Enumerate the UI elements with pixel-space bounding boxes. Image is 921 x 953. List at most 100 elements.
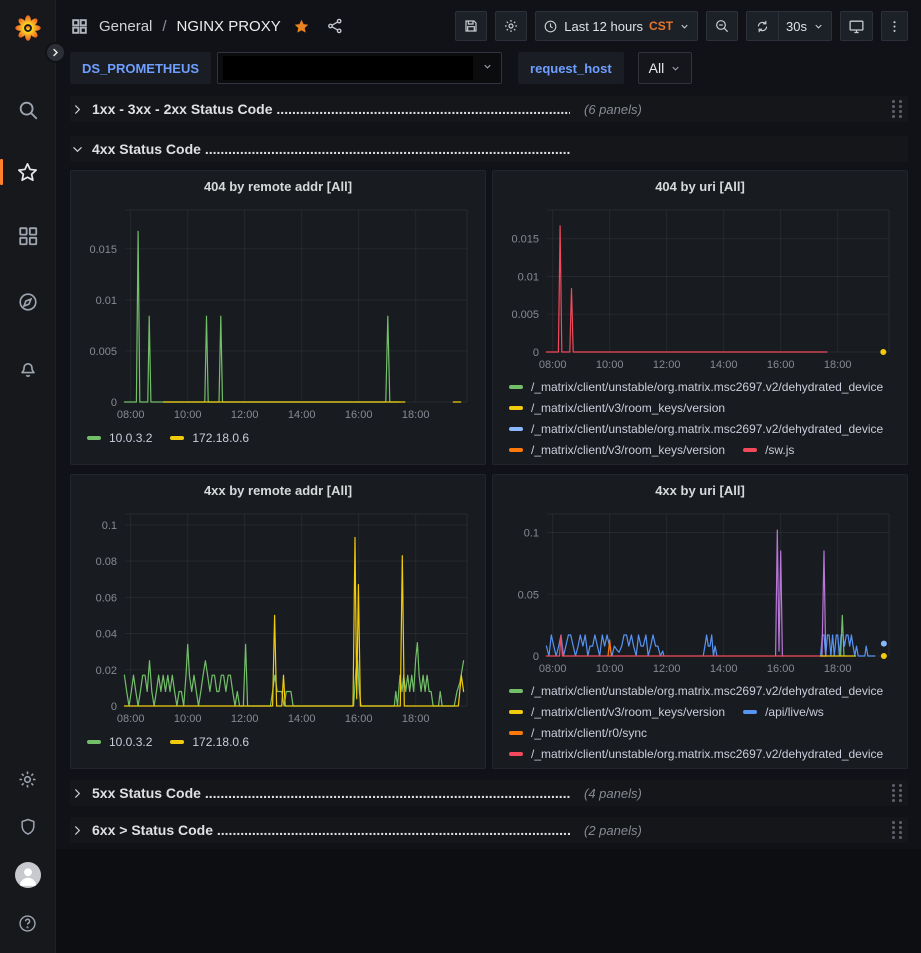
compass-icon [17, 291, 39, 313]
row-title: 5xx Status Code ........................… [92, 785, 570, 801]
svg-text:08:00: 08:00 [539, 359, 567, 371]
legend-item[interactable]: /_matrix/client/v3/room_keys/version [509, 439, 725, 458]
server-admin-shield-icon[interactable] [8, 807, 48, 847]
svg-text:0.06: 0.06 [96, 592, 117, 604]
star-dashboard-icon[interactable] [293, 18, 310, 35]
sidebar-item-starred[interactable] [8, 152, 48, 192]
time-series-plot[interactable]: 00.0050.010.01508:0010:0012:0014:0016:00… [501, 200, 901, 376]
chevron-down-icon [482, 61, 493, 72]
row-drag-handle[interactable] [892, 784, 904, 802]
panel-title[interactable]: 404 by uri [All] [501, 176, 899, 200]
svg-text:16:00: 16:00 [345, 713, 373, 725]
star-icon [16, 161, 39, 184]
request-host-value: All [649, 60, 665, 76]
user-avatar[interactable] [8, 855, 48, 895]
more-options-kebab[interactable] [881, 11, 908, 41]
datasource-dropdown[interactable] [217, 52, 502, 84]
legend-item[interactable]: 10.0.3.2 [87, 428, 152, 449]
legend-item[interactable]: /_matrix/client/unstable/org.matrix.msc2… [509, 680, 883, 701]
dashboard-settings-button[interactable] [495, 11, 527, 41]
configuration-gear-icon[interactable] [8, 759, 48, 799]
legend-swatch [509, 406, 523, 410]
legend-item[interactable]: /_matrix/client/v3/room_keys/version [509, 397, 725, 418]
zoom-out-button[interactable] [706, 11, 738, 41]
time-series-plot[interactable]: 00.050.108:0010:0012:0014:0016:0018:00 [501, 504, 901, 680]
svg-text:12:00: 12:00 [231, 713, 259, 725]
request-host-dropdown[interactable]: All [638, 52, 693, 84]
row-5xx[interactable]: 5xx Status Code ........................… [70, 780, 908, 806]
apps-grid-icon[interactable] [70, 17, 89, 36]
legend-item[interactable]: /api/live/ws [743, 701, 824, 722]
refresh-icon [755, 19, 770, 34]
help-icon[interactable] [8, 903, 48, 943]
row-1xx-2xx-3xx[interactable]: 1xx - 3xx - 2xx Status Code ............… [70, 96, 908, 122]
empty-area [56, 849, 921, 953]
panel-title[interactable]: 4xx by remote addr [All] [79, 480, 477, 504]
refresh-interval-label: 30s [786, 19, 807, 34]
chevron-right-icon [70, 825, 84, 836]
breadcrumb-separator: / [162, 18, 166, 35]
legend-label: /_matrix/client/unstable/org.matrix.msc2… [531, 380, 883, 394]
svg-text:0.05: 0.05 [518, 589, 539, 601]
legend-label: /_matrix/client/unstable/org.matrix.msc2… [531, 684, 883, 698]
svg-text:0.02: 0.02 [96, 665, 117, 677]
variables-bar: DS_PROMETHEUS request_host All [56, 52, 921, 88]
legend-item[interactable]: /sw.js [743, 439, 794, 458]
row-panel-count: (2 panels) [584, 823, 642, 838]
row-drag-handle[interactable] [892, 100, 904, 118]
breadcrumb-folder[interactable]: General [99, 18, 152, 35]
time-series-plot[interactable]: 00.0050.010.01508:0010:0012:0014:0016:00… [79, 200, 479, 426]
legend-item[interactable]: /_matrix/client/unstable/org.matrix.msc2… [509, 418, 883, 439]
legend-item[interactable]: /_matrix/client/v3/room_keys/version [509, 701, 725, 722]
row-4xx[interactable]: 4xx Status Code ........................… [70, 136, 908, 162]
row-panel-count: (6 panels) [584, 102, 642, 117]
series-line [124, 231, 399, 402]
legend-item[interactable]: /_matrix/client/r0/sync [509, 722, 647, 743]
refresh-button[interactable] [746, 11, 778, 41]
chevron-right-icon [70, 788, 84, 799]
panel-title[interactable]: 4xx by uri [All] [501, 480, 899, 504]
tv-mode-button[interactable] [840, 11, 873, 41]
row-drag-handle[interactable] [892, 821, 904, 839]
chevron-down-icon [679, 21, 690, 32]
sidebar-item-dashboards[interactable] [8, 216, 48, 256]
dashboard-title[interactable]: NGINX PROXY [177, 18, 281, 35]
svg-text:0.01: 0.01 [518, 271, 539, 283]
time-range-label: Last 12 hours [564, 19, 643, 34]
save-dashboard-button[interactable] [455, 11, 487, 41]
search-icon[interactable] [8, 90, 48, 130]
time-series-plot[interactable]: 00.020.040.060.080.108:0010:0012:0014:00… [79, 504, 479, 730]
legend-item[interactable]: 10.0.3.2 [87, 732, 152, 753]
series-line [546, 635, 664, 656]
share-dashboard-icon[interactable] [326, 17, 344, 35]
panel-title[interactable]: 404 by remote addr [All] [79, 176, 477, 200]
grafana-logo[interactable] [8, 8, 48, 48]
legend-item[interactable]: /_matrix/client/unstable/org.matrix.msc2… [509, 743, 883, 762]
refresh-interval-dropdown[interactable]: 30s [778, 11, 832, 41]
sidebar-item-explore[interactable] [8, 282, 48, 322]
time-range-picker[interactable]: Last 12 hours CST [535, 11, 698, 41]
kebab-icon [887, 19, 902, 34]
legend-item[interactable]: /_matrix/client/unstable/org.matrix.msc2… [509, 376, 883, 397]
legend-item[interactable]: 172.18.0.6 [170, 732, 249, 753]
dashboards-icon [17, 225, 39, 247]
expand-sidebar-button[interactable] [45, 42, 66, 63]
series-line [124, 643, 463, 706]
row-title: 1xx - 3xx - 2xx Status Code ............… [92, 101, 570, 117]
row-6xx[interactable]: 6xx > Status Code ......................… [70, 817, 908, 843]
svg-text:18:00: 18:00 [824, 663, 852, 675]
legend-swatch [509, 752, 523, 756]
svg-text:14:00: 14:00 [710, 663, 738, 675]
monitor-icon [848, 18, 865, 35]
sidebar-item-alerting[interactable] [8, 348, 48, 388]
legend-swatch [509, 731, 523, 735]
dashboard-canvas: 1xx - 3xx - 2xx Status Code ............… [56, 88, 921, 953]
zoom-out-icon [714, 18, 730, 34]
legend-label: /sw.js [765, 443, 794, 457]
grafana-logo-icon [13, 13, 43, 43]
svg-text:10:00: 10:00 [596, 663, 624, 675]
svg-text:12:00: 12:00 [653, 359, 681, 371]
legend: 10.0.3.2 172.18.0.6 [79, 426, 477, 450]
legend-item[interactable]: 172.18.0.6 [170, 428, 249, 449]
timezone-label: CST [649, 19, 673, 33]
